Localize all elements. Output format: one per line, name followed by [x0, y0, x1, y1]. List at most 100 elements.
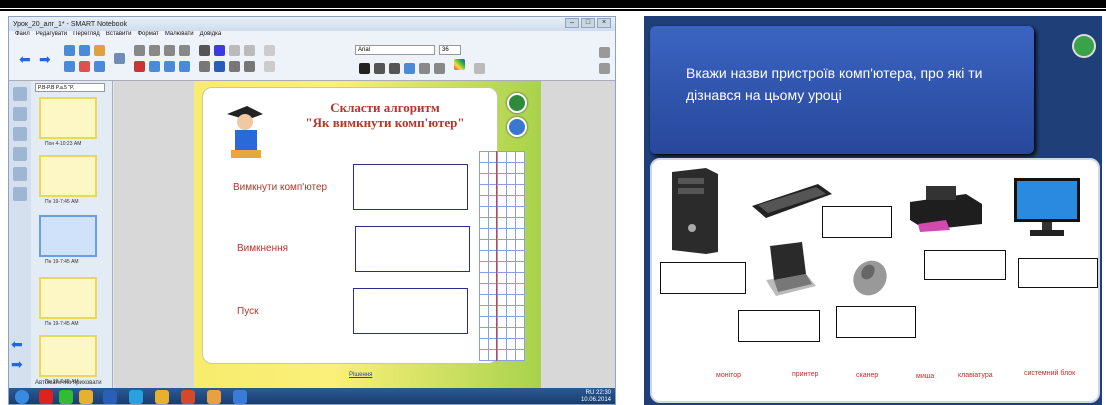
properties-icon[interactable] — [474, 63, 485, 74]
answer-box-mouse[interactable] — [836, 306, 916, 338]
eraser-icon[interactable] — [229, 45, 240, 56]
properties-tab-icon[interactable] — [13, 147, 27, 161]
color-palette-icon[interactable] — [454, 59, 465, 70]
powerpoint-icon[interactable] — [181, 390, 195, 404]
opera-icon[interactable] — [39, 390, 53, 404]
text-icon[interactable] — [264, 45, 275, 56]
page-thumb-5[interactable] — [39, 335, 97, 377]
word-monitor[interactable]: монітор — [716, 372, 741, 379]
measure-icon[interactable] — [164, 45, 175, 56]
word-mouse[interactable]: миша — [916, 373, 934, 380]
monitor-image[interactable] — [1012, 176, 1082, 240]
attachments-tab-icon[interactable] — [13, 127, 27, 141]
home-button-icon[interactable] — [1072, 34, 1096, 58]
screen-shade-icon[interactable] — [149, 61, 160, 72]
camera-icon[interactable] — [179, 61, 190, 72]
redo-icon[interactable] — [79, 45, 90, 56]
cross-icon[interactable] — [134, 61, 145, 72]
chrome-icon[interactable] — [79, 390, 93, 404]
menu-help[interactable]: Довідка — [200, 31, 222, 41]
table-icon[interactable] — [149, 45, 160, 56]
label-shutdown[interactable]: Вимкнення — [237, 243, 288, 254]
word-printer[interactable]: принтер — [792, 371, 818, 378]
menu-edit[interactable]: Редагувати — [36, 31, 67, 41]
menu-format[interactable]: Формат — [137, 31, 158, 41]
folder-icon[interactable] — [155, 390, 169, 404]
language-indicator[interactable]: RU — [586, 390, 595, 396]
next-button-icon[interactable] — [507, 117, 527, 137]
page-sorter-tab-icon[interactable] — [13, 87, 27, 101]
home-button-icon[interactable] — [507, 93, 527, 113]
skype-icon[interactable] — [129, 390, 143, 404]
line-icon[interactable] — [229, 61, 240, 72]
back-arrow-icon[interactable]: ⬅ — [19, 51, 31, 68]
answer-box-scanner[interactable] — [738, 310, 820, 342]
menu-insert[interactable]: Вставити — [106, 31, 132, 41]
gallery-tab-icon[interactable] — [13, 107, 27, 121]
next-page-arrow-icon[interactable]: ➡ — [11, 356, 23, 373]
forward-arrow-icon[interactable]: ➡ — [39, 51, 51, 68]
fill-icon[interactable] — [244, 61, 255, 72]
auto-hide-checkbox[interactable]: Автоматично приховати — [35, 380, 102, 386]
menu-file[interactable]: Файл — [15, 31, 30, 41]
start-button-icon[interactable] — [15, 390, 29, 404]
page-thumb-2[interactable] — [39, 155, 97, 197]
toolbar-toggle-icon[interactable] — [599, 63, 610, 74]
answer-box-monitor[interactable] — [1018, 258, 1098, 288]
shapes-icon[interactable] — [199, 61, 210, 72]
label-start[interactable]: Пуск — [237, 306, 258, 317]
answer-box-printer[interactable] — [924, 250, 1006, 280]
bold-icon[interactable] — [359, 63, 370, 74]
page-thumb-3-selected[interactable] — [39, 215, 97, 257]
save-icon[interactable] — [94, 61, 105, 72]
undo-icon[interactable] — [64, 45, 75, 56]
paint-icon[interactable] — [207, 390, 221, 404]
mouse-image[interactable] — [848, 254, 892, 298]
font-select[interactable]: Arial — [355, 45, 435, 55]
minimize-button[interactable]: – — [565, 18, 579, 28]
expand-tab-icon[interactable] — [13, 187, 27, 201]
word-scanner[interactable]: сканер — [856, 372, 878, 379]
page-thumb-1[interactable] — [39, 97, 97, 139]
open-icon[interactable] — [94, 45, 105, 56]
delete-icon[interactable] — [79, 61, 90, 72]
menu-view[interactable]: Перегляд — [73, 31, 100, 41]
page-selector-dropdown[interactable]: P.B-P.B P.a.5 "P. — [35, 83, 105, 92]
word-system-unit[interactable]: системний блок — [1024, 370, 1075, 377]
add-page-icon[interactable] — [64, 61, 75, 72]
notebook-icon[interactable] — [233, 390, 247, 404]
pen-icon[interactable] — [214, 45, 225, 56]
word-icon[interactable] — [103, 390, 117, 404]
close-button[interactable]: × — [597, 18, 611, 28]
word-keyboard[interactable]: клавіатура — [958, 372, 993, 379]
triangle-icon[interactable] — [214, 61, 225, 72]
italic-icon[interactable] — [374, 63, 385, 74]
settings-icon[interactable] — [599, 47, 610, 58]
answer-box-2[interactable] — [355, 226, 470, 272]
grid-icon[interactable] — [164, 61, 175, 72]
answer-box-keyboard[interactable] — [822, 206, 892, 238]
printer-image[interactable] — [906, 182, 986, 232]
magic-pen-icon[interactable] — [244, 45, 255, 56]
text-size-icon[interactable] — [264, 61, 275, 72]
system-unit-image[interactable] — [666, 166, 722, 256]
prev-page-arrow-icon[interactable]: ⬅ — [11, 336, 23, 353]
maximize-button[interactable]: □ — [581, 18, 595, 28]
answer-box-1[interactable] — [353, 164, 468, 210]
align-left-icon[interactable] — [404, 63, 415, 74]
screen-icon[interactable] — [114, 53, 125, 64]
app-a-icon[interactable] — [59, 390, 73, 404]
underline-icon[interactable] — [389, 63, 400, 74]
addons-tab-icon[interactable] — [13, 167, 27, 181]
answer-box-3[interactable] — [353, 288, 468, 334]
align-center-icon[interactable] — [419, 63, 430, 74]
menu-draw[interactable]: Малювати — [165, 31, 194, 41]
label-turn-off[interactable]: Вимкнути комп'ютер — [233, 182, 327, 193]
page-thumb-4[interactable] — [39, 277, 97, 319]
paste-icon[interactable] — [134, 45, 145, 56]
zoom-icon[interactable] — [179, 45, 190, 56]
select-icon[interactable] — [199, 45, 210, 56]
align-right-icon[interactable] — [434, 63, 445, 74]
solution-link[interactable]: Рішення — [349, 372, 372, 378]
scanner-image[interactable] — [762, 240, 818, 302]
